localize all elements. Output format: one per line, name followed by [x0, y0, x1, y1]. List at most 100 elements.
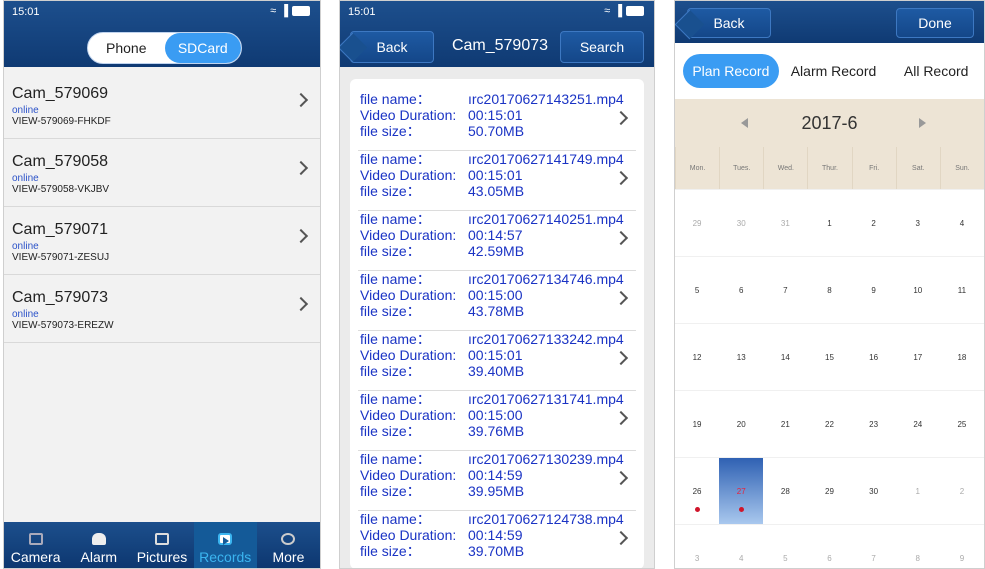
toggle-phone[interactable]: Phone: [88, 33, 165, 63]
tab-plan-record[interactable]: Plan Record: [683, 54, 779, 88]
device-item[interactable]: Cam_579071 online VIEW-579071-ZESUJ: [4, 207, 320, 275]
calendar-day[interactable]: 31: [763, 190, 807, 256]
calendar-day[interactable]: 13: [719, 324, 763, 390]
calendar-week: 29 30 31 1 2 3 4: [675, 189, 984, 256]
calendar-day[interactable]: 1: [807, 190, 851, 256]
file-size-label: file size：: [360, 183, 421, 199]
file-item[interactable]: file name： ırc20170627140251.mp4 Video Dur…: [358, 211, 636, 271]
next-month-icon[interactable]: [919, 118, 926, 128]
device-item[interactable]: Cam_579058 online VIEW-579058-VKJBV: [4, 139, 320, 207]
calendar-day[interactable]: 27: [719, 458, 764, 524]
calendar-day[interactable]: 2: [940, 458, 984, 524]
done-button[interactable]: Done: [896, 8, 974, 38]
file-name-row: file name： ırc20170627140251.mp4: [360, 211, 636, 227]
calendar-day[interactable]: 12: [675, 324, 719, 390]
file-item[interactable]: file name： ırc20170627134746.mp4 Video Dur…: [358, 271, 636, 331]
day-number: 5: [694, 285, 700, 295]
day-number: 29: [692, 218, 702, 228]
video-duration-row: Video Duration: 00:15:00: [360, 407, 636, 423]
calendar-day[interactable]: 23: [852, 391, 896, 457]
calendar-day[interactable]: 21: [763, 391, 807, 457]
tab-alarm[interactable]: Alarm: [67, 522, 130, 568]
toggle-sdcard[interactable]: SDCard: [164, 33, 241, 63]
file-name-row: file name： ırc20170627130239.mp4: [360, 451, 636, 467]
file-name-row: file name： ırc20170627141749.mp4: [360, 151, 636, 167]
day-number: 21: [780, 419, 790, 429]
calendar-day[interactable]: 30: [852, 458, 896, 524]
calendar-day[interactable]: 18: [940, 324, 984, 390]
calendar-day[interactable]: 24: [896, 391, 940, 457]
calendar-day[interactable]: 30: [719, 190, 763, 256]
calendar-day[interactable]: 17: [896, 324, 940, 390]
prev-month-icon[interactable]: [741, 118, 748, 128]
device-name: Cam_579073: [12, 289, 109, 306]
day-number: 9: [959, 553, 965, 563]
device-status: online: [12, 105, 39, 116]
day-number: 13: [736, 352, 746, 362]
back-button[interactable]: Back: [687, 8, 771, 38]
calendar-day[interactable]: 26: [675, 458, 719, 524]
calendar-day[interactable]: 15: [807, 324, 851, 390]
calendar-day[interactable]: 16: [852, 324, 896, 390]
calendar-day[interactable]: 3: [896, 190, 940, 256]
device-item[interactable]: Cam_579069 online VIEW-579069-FHKDF: [4, 71, 320, 139]
calendar-day[interactable]: 5: [675, 257, 719, 323]
tab-all-record[interactable]: All Record: [888, 54, 984, 88]
file-name-row: file name： ırc20170627124738.mp4: [360, 511, 636, 527]
calendar-day[interactable]: 11: [940, 257, 984, 323]
calendar-day[interactable]: 7: [763, 257, 807, 323]
day-number: 8: [827, 285, 832, 295]
calendar-day[interactable]: 20: [719, 391, 763, 457]
weekday-label: Fri.: [851, 147, 896, 189]
calendar-day[interactable]: 25: [940, 391, 984, 457]
calendar-day[interactable]: 5: [763, 525, 807, 568]
page-title: Cam_579073: [451, 37, 549, 54]
file-item[interactable]: file name： ırc20170627143251.mp4 Video Dur…: [358, 91, 636, 151]
video-duration-label: Video Duration:: [360, 347, 457, 363]
calendar-day[interactable]: 19: [675, 391, 719, 457]
calendar-day[interactable]: 4: [940, 190, 984, 256]
calendar-day[interactable]: 29: [675, 190, 719, 256]
file-item[interactable]: file name： ırc20170627130239.mp4 Video Dur…: [358, 451, 636, 511]
search-button[interactable]: Search: [560, 31, 644, 63]
calendar-day[interactable]: 1: [896, 458, 940, 524]
day-number: 4: [959, 218, 965, 228]
calendar-day[interactable]: 4: [719, 525, 763, 568]
calendar-day[interactable]: 2: [852, 190, 896, 256]
tab-camera[interactable]: Camera: [4, 522, 67, 568]
tab-alarm-record[interactable]: Alarm Record: [779, 54, 889, 88]
file-item[interactable]: file name： ırc20170627124738.mp4 Video Dur…: [358, 511, 636, 568]
calendar-day[interactable]: 14: [763, 324, 807, 390]
calendar-day[interactable]: 9: [940, 525, 984, 568]
video-duration-value: 00:15:00: [468, 287, 523, 303]
camera-icon: [28, 533, 43, 545]
calendar-day[interactable]: 3: [675, 525, 719, 568]
day-number: 31: [780, 218, 790, 228]
device-code: VIEW-579058-VKJBV: [12, 184, 110, 195]
calendar-day[interactable]: 6: [719, 257, 763, 323]
file-item[interactable]: file name： ırc20170627141749.mp4 Video Dur…: [358, 151, 636, 211]
calendar-day[interactable]: 10: [896, 257, 940, 323]
calendar-day[interactable]: 22: [807, 391, 851, 457]
tab-records[interactable]: Records: [193, 522, 257, 568]
video-duration-label: Video Duration:: [360, 407, 457, 423]
calendar-day[interactable]: 8: [807, 257, 851, 323]
calendar-day[interactable]: 29: [807, 458, 851, 524]
back-button[interactable]: Back: [350, 31, 434, 63]
tab-more[interactable]: More: [257, 522, 320, 568]
video-duration-label: Video Duration:: [360, 527, 457, 543]
calendar-day[interactable]: 8: [896, 525, 940, 568]
calendar-day[interactable]: 28: [763, 458, 807, 524]
calendar-day[interactable]: 7: [852, 525, 896, 568]
file-item[interactable]: file name： ırc20170627131741.mp4 Video Dur…: [358, 391, 636, 451]
calendar-week: 3 4 5 6 7 8 9: [675, 524, 984, 568]
file-item[interactable]: file name： ırc20170627133242.mp4 Video Dur…: [358, 331, 636, 391]
tab-pictures[interactable]: Pictures: [130, 522, 193, 568]
calendar-day[interactable]: 6: [807, 525, 851, 568]
device-item[interactable]: Cam_579073 online VIEW-579073-EREZW: [4, 275, 320, 343]
calendar-day[interactable]: 9: [852, 257, 896, 323]
file-name-label: file name：: [360, 151, 431, 167]
app-header: 15:01 ≈ ▐ Phone SDCard: [4, 1, 320, 67]
file-size-row: file size： 39.40MB: [360, 363, 636, 379]
weekday-label: Sun.: [939, 147, 984, 189]
